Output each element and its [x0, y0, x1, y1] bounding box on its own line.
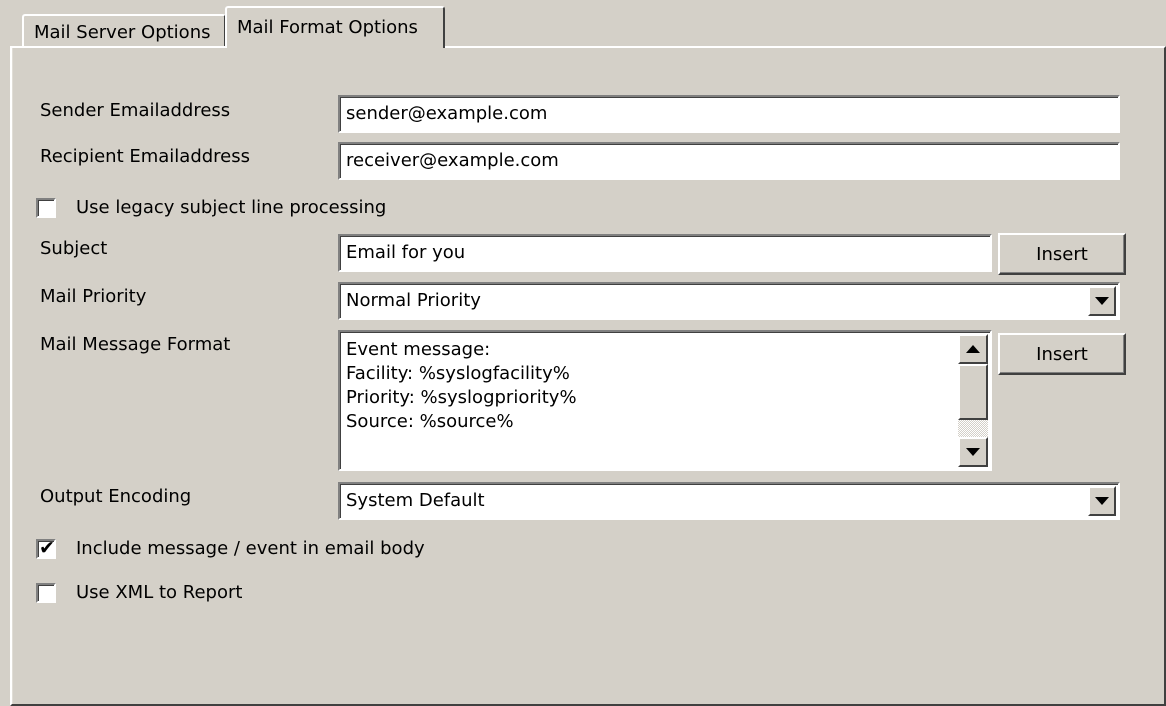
scroll-up-icon[interactable]	[958, 334, 988, 364]
recipient-label: Recipient Emailaddress	[40, 146, 251, 167]
sender-email-field[interactable]: sender@example.com	[338, 95, 1120, 133]
tab-mail-server-options[interactable]: Mail Server Options	[22, 14, 226, 48]
tab-mail-format-options[interactable]: Mail Format Options	[225, 6, 445, 54]
message-format-label: Mail Message Format	[40, 334, 231, 355]
message-format-textarea[interactable]: Event message: Facility: %syslogfacility…	[338, 330, 992, 471]
message-format-line: Source: %source%	[346, 411, 514, 432]
include-message-checkbox[interactable]: ✔	[36, 537, 56, 559]
priority-label: Mail Priority	[40, 286, 147, 307]
message-insert-button[interactable]: Insert	[998, 333, 1126, 375]
chevron-down-icon[interactable]	[1088, 486, 1116, 516]
include-message-label[interactable]: Include message / event in email body	[76, 538, 425, 559]
subject-insert-button[interactable]: Insert	[998, 233, 1126, 275]
subject-field[interactable]: Email for you	[338, 234, 992, 272]
priority-select[interactable]: Normal Priority	[338, 282, 1120, 320]
use-xml-label[interactable]: Use XML to Report	[76, 582, 242, 603]
recipient-email-field[interactable]: receiver@example.com	[338, 142, 1120, 180]
encoding-select-value: System Default	[346, 490, 485, 511]
message-format-line: Priority: %syslogpriority%	[346, 387, 577, 408]
subject-label: Subject	[40, 238, 108, 259]
legacy-subject-label[interactable]: Use legacy subject line processing	[76, 197, 386, 218]
scroll-thumb[interactable]	[958, 364, 988, 420]
message-format-line: Facility: %syslogfacility%	[346, 363, 570, 384]
sender-label: Sender Emailaddress	[40, 100, 231, 121]
encoding-label: Output Encoding	[40, 486, 192, 507]
encoding-select[interactable]: System Default	[338, 482, 1120, 520]
checkmark-icon: ✔	[39, 537, 55, 559]
vertical-scrollbar[interactable]	[958, 334, 988, 467]
chevron-down-icon[interactable]	[1088, 286, 1116, 316]
use-xml-checkbox[interactable]	[36, 583, 56, 603]
legacy-subject-checkbox[interactable]	[36, 198, 56, 218]
priority-select-value: Normal Priority	[346, 290, 481, 311]
scroll-down-icon[interactable]	[958, 437, 988, 467]
message-format-line: Event message:	[346, 339, 491, 360]
